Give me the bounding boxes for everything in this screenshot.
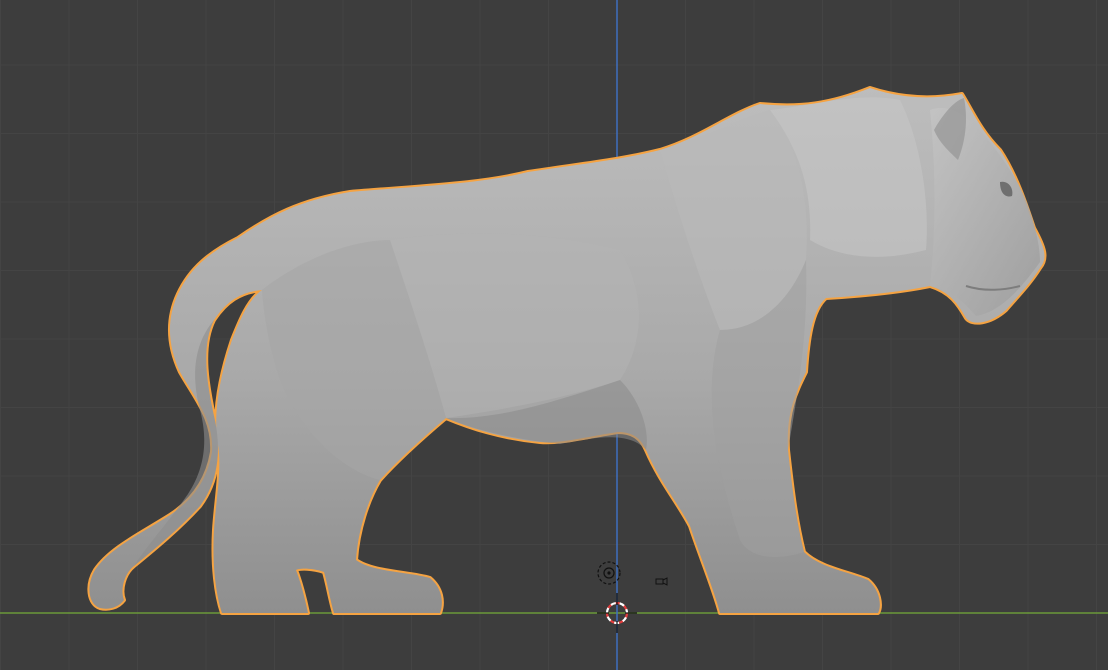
viewport-canvas[interactable] [0,0,1108,670]
big-cat-sculpt-mesh[interactable] [87,86,1047,615]
camera-icon[interactable] [655,577,668,586]
3d-viewport[interactable] [0,0,1108,670]
